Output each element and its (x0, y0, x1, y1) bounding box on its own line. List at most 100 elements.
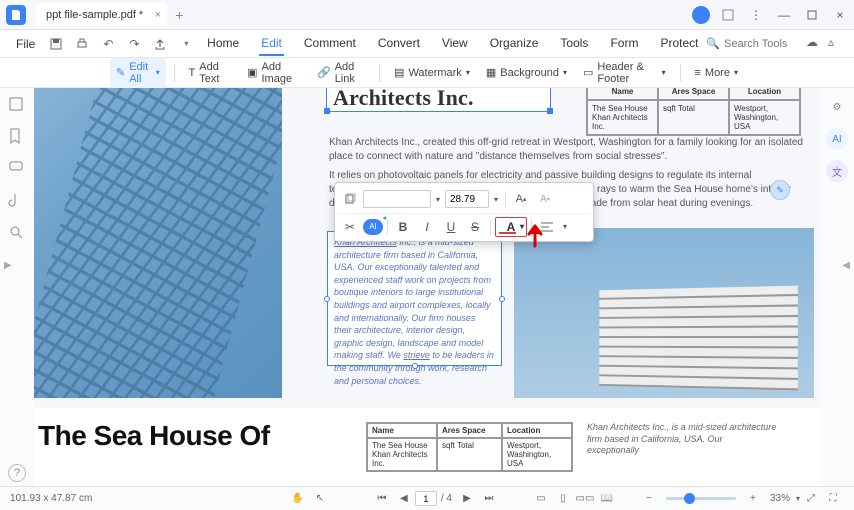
view-two-page-icon[interactable]: ▭▭ (576, 490, 594, 508)
resize-handle[interactable] (547, 108, 553, 114)
hero-image-right (514, 228, 814, 398)
page2-side-text: Khan Architects Inc., is a mid-sized arc… (587, 422, 777, 457)
menu-protect[interactable]: Protect (658, 32, 700, 56)
size-dropdown-icon[interactable]: ▾ (491, 189, 501, 209)
strikethrough-button[interactable]: S (464, 217, 486, 237)
print-icon[interactable] (73, 35, 91, 53)
prev-page-icon[interactable]: ◀ (395, 490, 413, 508)
thumbnails-icon[interactable] (8, 96, 26, 114)
undo-icon[interactable]: ↶ (99, 35, 117, 53)
font-family-input[interactable] (363, 190, 431, 208)
copy-button[interactable] (339, 189, 361, 209)
bookmark-icon[interactable] (8, 128, 26, 146)
header-footer-button[interactable]: ▭Header & Footer▾ (577, 58, 672, 88)
menu-form[interactable]: Form (608, 32, 640, 56)
align-dropdown-icon[interactable]: ▾ (560, 217, 570, 237)
menu-view[interactable]: View (440, 32, 470, 56)
zoom-out-icon[interactable]: − (640, 490, 658, 508)
tab-title: ppt file-sample.pdf * (46, 9, 143, 21)
attachment-icon[interactable] (8, 192, 26, 210)
new-tab-button[interactable]: + (175, 7, 183, 23)
watermark-button[interactable]: ▤Watermark▾ (388, 63, 476, 82)
minimize-icon[interactable]: — (774, 5, 794, 25)
properties-icon[interactable]: ⚙ (826, 96, 848, 118)
expand-left-icon[interactable]: ▶ (4, 260, 12, 271)
cut-icon[interactable]: ✂ (339, 217, 361, 237)
last-page-icon[interactable]: ⏭ (480, 490, 498, 508)
first-page-icon[interactable]: ⏮ (373, 490, 391, 508)
page-number-input[interactable] (415, 491, 437, 506)
background-button[interactable]: ▦Background▾ (480, 63, 573, 82)
selected-body-textbox[interactable]: Khan Architects Inc., is a mid-sized arc… (327, 231, 502, 366)
menu-comment[interactable]: Comment (302, 32, 358, 56)
hero-image-left (34, 88, 282, 398)
menu-convert[interactable]: Convert (376, 32, 422, 56)
maximize-icon[interactable] (802, 5, 822, 25)
chevron-down-icon[interactable]: ▾ (520, 222, 524, 231)
font-color-button[interactable]: A▾ (495, 217, 527, 237)
resize-handle[interactable] (324, 296, 330, 302)
resize-handle[interactable] (499, 296, 505, 302)
menu-organize[interactable]: Organize (488, 32, 541, 56)
view-continuous-icon[interactable]: ▯ (554, 490, 572, 508)
menu-home[interactable]: Home (205, 32, 241, 56)
view-single-icon[interactable]: ▭ (532, 490, 550, 508)
add-image-button[interactable]: ▣Add Image (241, 58, 307, 88)
next-page-icon[interactable]: ▶ (458, 490, 476, 508)
underline-button[interactable]: U (440, 217, 462, 237)
menu-edit[interactable]: Edit (259, 32, 284, 56)
resize-handle[interactable] (324, 108, 330, 114)
menu-tools[interactable]: Tools (558, 32, 590, 56)
add-link-button[interactable]: 🔗Add Link (311, 58, 371, 88)
paragraph-1[interactable]: Khan Architects Inc., created this off-g… (329, 136, 809, 164)
user-avatar[interactable] (692, 6, 710, 24)
close-window-icon[interactable]: × (830, 5, 850, 25)
font-dropdown-icon[interactable]: ▾ (433, 189, 443, 209)
page2-headline[interactable]: The Sea House Of (34, 422, 354, 450)
kebab-icon[interactable]: ⋮ (746, 5, 766, 25)
italic-button[interactable]: I (416, 217, 438, 237)
document-tab[interactable]: ppt file-sample.pdf * × (36, 3, 167, 27)
select-tool-icon[interactable]: ↖ (311, 490, 329, 508)
edit-all-button[interactable]: ✎Edit All▾ (110, 58, 166, 88)
increase-font-icon[interactable]: A▴ (510, 189, 532, 209)
tool-search[interactable]: 🔍 (706, 37, 794, 50)
zoom-dropdown-icon[interactable]: ▾ (796, 494, 800, 503)
share-dropdown-icon[interactable]: ▾ (177, 35, 195, 53)
zoom-slider[interactable] (666, 497, 736, 500)
expand-right-icon[interactable]: ◀ (842, 260, 850, 271)
resize-handle[interactable] (412, 363, 418, 369)
ai-panel-icon[interactable]: AI (826, 128, 848, 150)
close-icon[interactable]: × (155, 9, 161, 21)
comments-icon[interactable] (8, 160, 26, 178)
cloud-icon[interactable]: ☁ (806, 35, 824, 53)
file-menu[interactable]: File (8, 37, 43, 51)
main-area: ▶ Architects Inc. Name Ares Space Locati… (0, 88, 854, 492)
help-icon[interactable]: ? (8, 464, 26, 482)
text-icon: T (189, 67, 196, 79)
ai-chip-icon[interactable]: AI (363, 219, 383, 235)
info-table: Name Ares Space Location The Sea House K… (586, 88, 801, 136)
add-text-button[interactable]: TAdd Text (183, 58, 238, 88)
search-input[interactable] (724, 38, 794, 50)
floating-assist-bubble[interactable]: ✎ (770, 180, 790, 200)
zoom-thumb[interactable] (684, 493, 695, 504)
redo-icon[interactable]: ↷ (125, 35, 143, 53)
zoom-in-icon[interactable]: + (744, 490, 762, 508)
bold-button[interactable]: B (392, 217, 414, 237)
fit-page-icon[interactable]: ⤢ (802, 490, 820, 508)
hand-tool-icon[interactable]: ✋ (289, 490, 307, 508)
decrease-font-icon[interactable]: A▾ (534, 189, 556, 209)
translate-icon[interactable]: 文 (826, 160, 848, 182)
selected-title-textbox[interactable]: Architects Inc. (326, 88, 551, 112)
app-menu-icon[interactable] (718, 5, 738, 25)
font-size-input[interactable] (445, 190, 489, 208)
more-button[interactable]: ≡More▾ (688, 64, 744, 82)
reading-mode-icon[interactable]: 📖 (598, 490, 616, 508)
document-canvas[interactable]: Architects Inc. Name Ares Space Location… (34, 88, 820, 492)
fullscreen-icon[interactable]: ⛶ (824, 490, 842, 508)
share-icon[interactable] (151, 35, 169, 53)
collapse-ribbon-icon[interactable]: ▵ (828, 35, 846, 53)
search-panel-icon[interactable] (8, 224, 26, 242)
save-icon[interactable] (47, 35, 65, 53)
